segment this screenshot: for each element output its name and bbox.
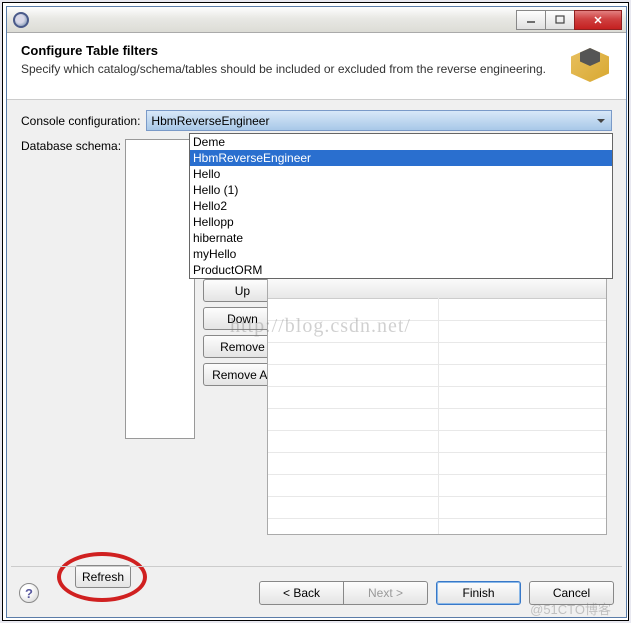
console-config-combo[interactable]: HbmReverseEngineer — [146, 110, 612, 131]
back-button[interactable]: < Back — [259, 581, 344, 605]
titlebar[interactable] — [7, 7, 626, 33]
database-schema-label: Database schema: — [21, 139, 121, 153]
wizard-icon — [568, 43, 612, 87]
minimize-button[interactable] — [516, 10, 546, 30]
banner-description: Specify which catalog/schema/tables shou… — [21, 62, 560, 78]
cancel-button[interactable]: Cancel — [529, 581, 614, 605]
next-button[interactable]: Next > — [343, 581, 428, 605]
dropdown-item[interactable]: Hellopp — [190, 214, 612, 230]
close-button[interactable] — [574, 10, 622, 30]
dropdown-item[interactable]: Hello (1) — [190, 182, 612, 198]
chevron-down-icon — [597, 119, 605, 123]
table-grid[interactable] — [267, 275, 607, 535]
help-icon[interactable]: ? — [19, 583, 39, 603]
dropdown-item[interactable]: hibernate — [190, 230, 612, 246]
dropdown-item[interactable]: HbmReverseEngineer — [190, 150, 612, 166]
console-config-label: Console configuration: — [21, 114, 140, 128]
schema-list[interactable] — [125, 139, 195, 439]
dropdown-item[interactable]: Deme — [190, 134, 612, 150]
separator — [11, 566, 622, 567]
banner-heading: Configure Table filters — [21, 43, 560, 58]
finish-button[interactable]: Finish — [436, 581, 521, 605]
banner: Configure Table filters Specify which ca… — [7, 33, 626, 100]
dropdown-item[interactable]: Hello — [190, 166, 612, 182]
bottombar: ? < Back Next > Finish Cancel — [7, 569, 626, 617]
dropdown-item[interactable]: ProductORM — [190, 262, 612, 278]
dropdown-item[interactable]: myHello — [190, 246, 612, 262]
app-icon — [13, 12, 29, 28]
console-config-value: HbmReverseEngineer — [151, 114, 597, 128]
console-config-dropdown[interactable]: Deme HbmReverseEngineer Hello Hello (1) … — [189, 133, 613, 279]
maximize-button[interactable] — [545, 10, 575, 30]
dropdown-item[interactable]: Hello2 — [190, 198, 612, 214]
